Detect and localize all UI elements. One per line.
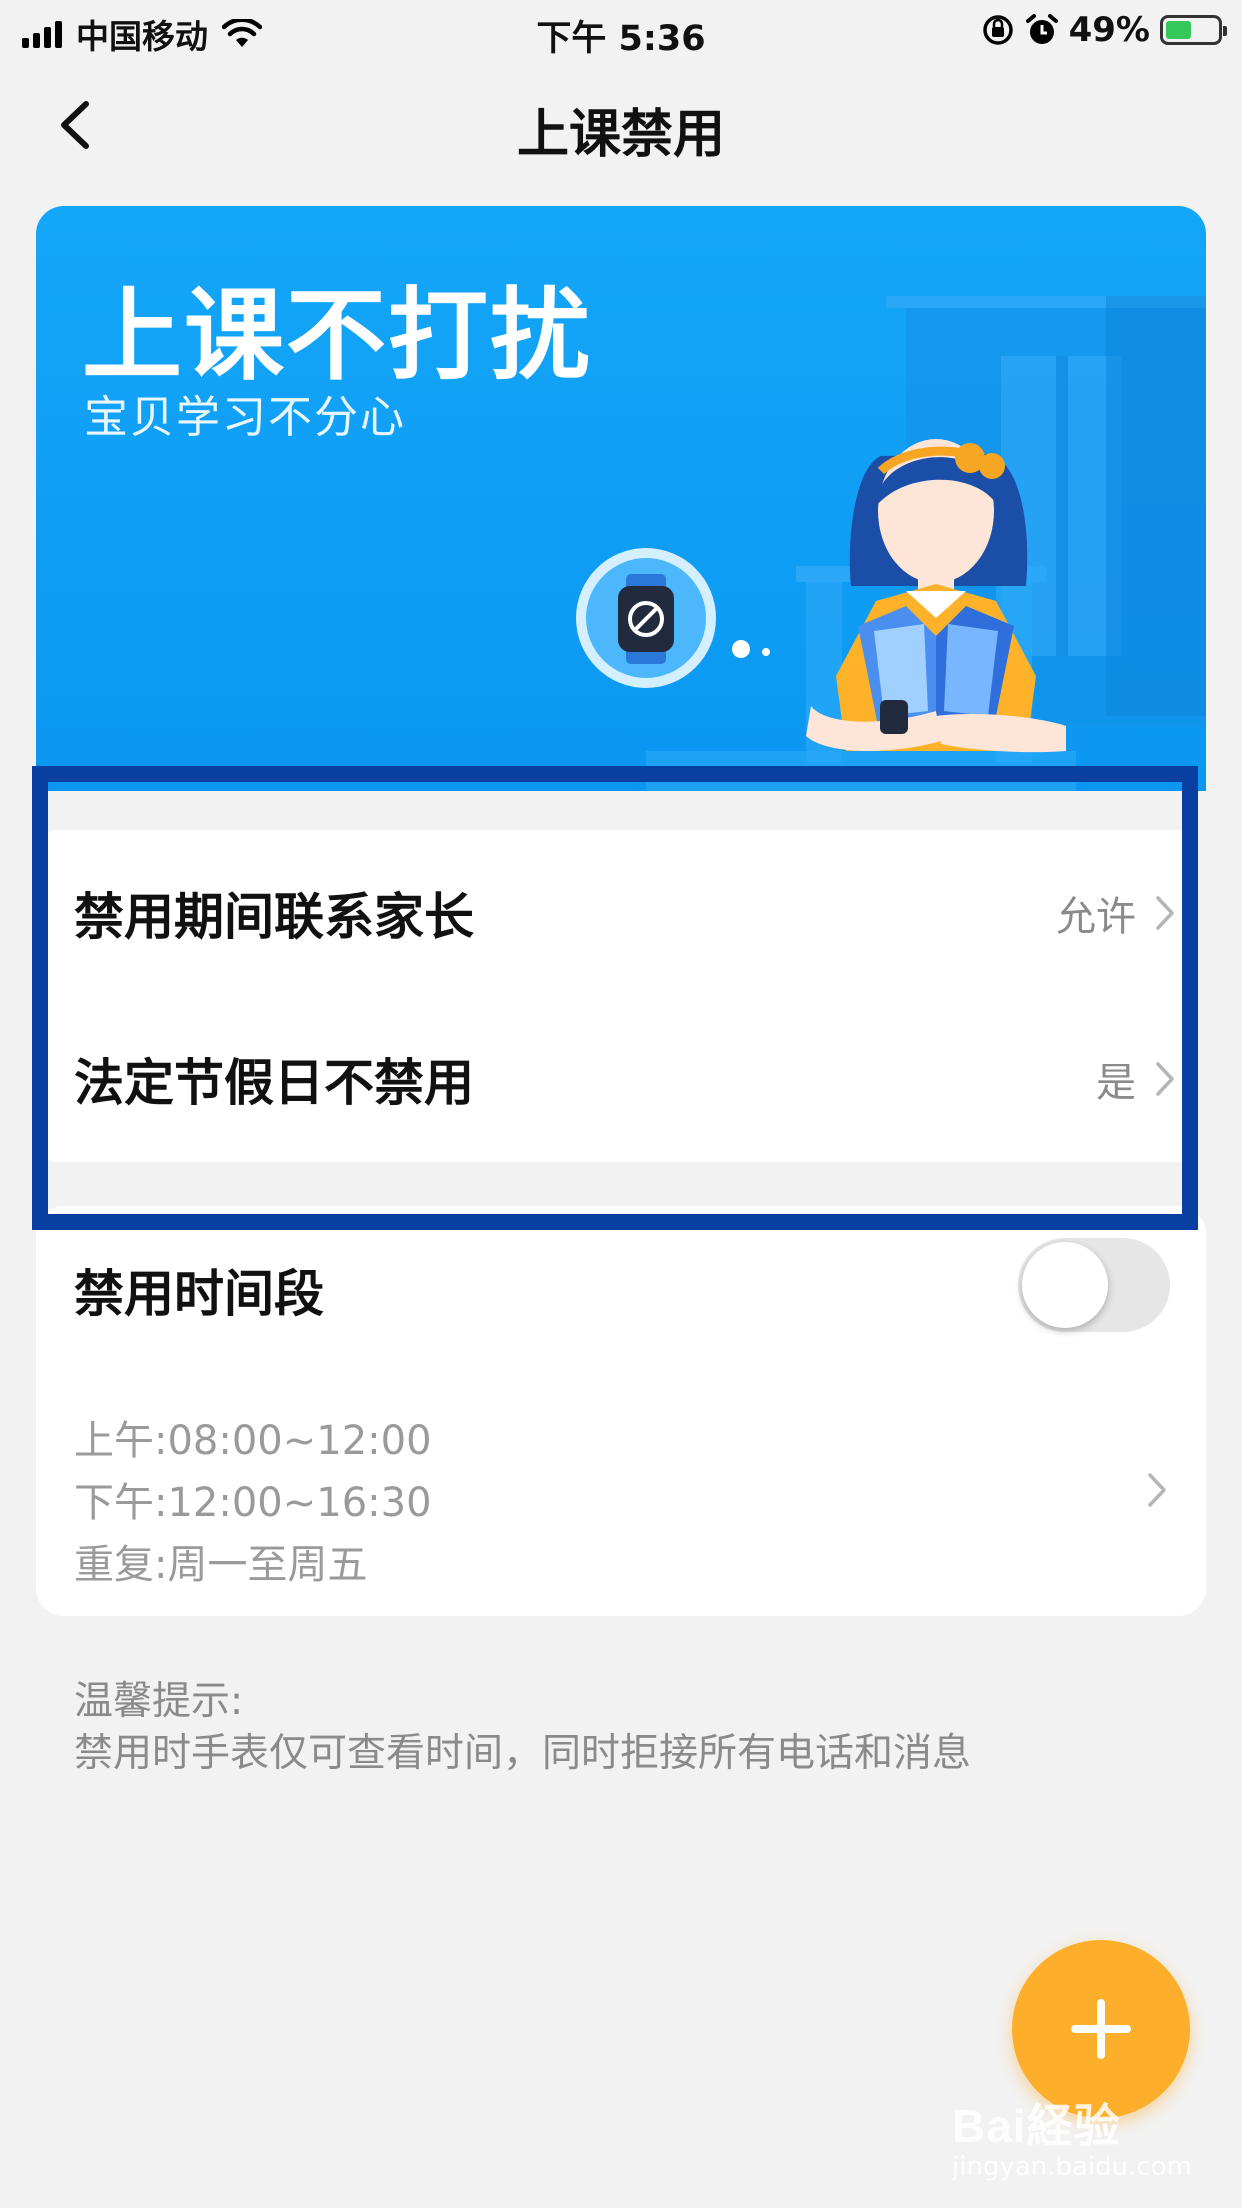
period-toggle[interactable] — [1018, 1238, 1170, 1332]
screen: 中国移动 下午 5:36 49% 上课禁用 上课不打扰 宝贝学习不分心 禁用期间… — [0, 0, 1242, 2208]
toggle-knob — [1022, 1242, 1108, 1328]
period-repeat: 重复:周一至周五 — [74, 1542, 368, 1588]
watermark: Bai経验 jingyan.baidu.com — [952, 2090, 1192, 2182]
tip-text: 禁用时手表仅可查看时间，同时拒接所有电话和消息 — [74, 1731, 972, 1776]
page-title: 上课禁用 — [516, 105, 725, 165]
hero-banner: 上课不打扰 宝贝学习不分心 — [36, 206, 1206, 791]
period-afternoon: 下午:12:00~16:30 — [74, 1480, 432, 1526]
tip-title: 温馨提示: — [74, 1679, 244, 1724]
watermark-logo: Bai経验 — [952, 2100, 1121, 2152]
period-title: 禁用时间段 — [74, 1265, 324, 1323]
status-bar: 中国移动 下午 5:36 49% — [0, 0, 1242, 62]
highlight-box — [32, 766, 1198, 1230]
status-right: 49% — [981, 10, 1227, 50]
period-card[interactable]: 禁用时间段 上午:08:00~12:00 下午:12:00~16:30 重复:周… — [36, 1206, 1206, 1616]
battery-fill — [1166, 21, 1191, 39]
period-morning: 上午:08:00~12:00 — [74, 1418, 432, 1464]
orientation-lock-icon — [982, 15, 1013, 45]
nav-bar: 上课禁用 — [0, 70, 1242, 180]
chevron-right-icon — [1148, 1473, 1166, 1507]
watermark-url: jingyan.baidu.com — [952, 2152, 1192, 2182]
alarm-icon — [1025, 14, 1058, 44]
banner-subtitle: 宝贝学习不分心 — [84, 392, 406, 443]
banner-title: 上课不打扰 — [82, 277, 592, 394]
battery-icon — [1160, 15, 1227, 45]
battery-percent: 49% — [1068, 10, 1150, 50]
